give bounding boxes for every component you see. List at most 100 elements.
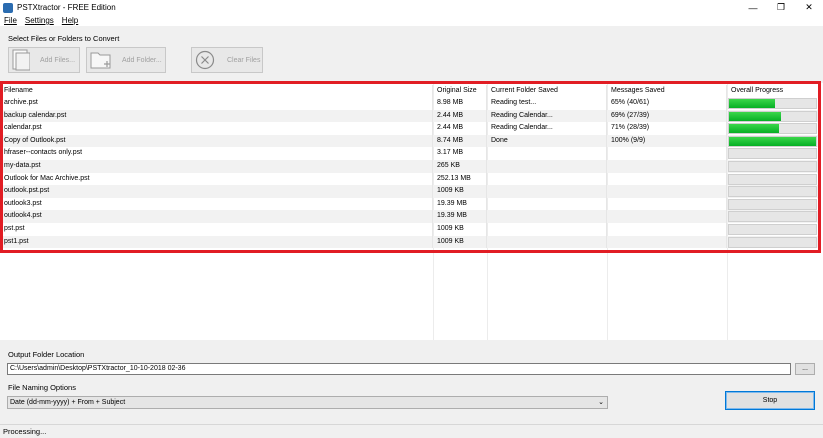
filename-cell: outlook.pst.pst (0, 185, 433, 198)
table-row[interactable]: Copy of Outlook.pst 8.74 MB Done 100% (9/9) (0, 134, 818, 148)
progress-cell (727, 236, 818, 249)
browse-button[interactable]: ... (795, 363, 815, 375)
progress-bar (728, 110, 817, 122)
filename-cell: calendar.pst (0, 122, 433, 135)
file-naming-select[interactable]: Date (dd-mm-yyyy) + From + Subject ⌄ (7, 396, 608, 409)
table-body: archive.pst 8.98 MB Reading test... 65% (40… (0, 97, 818, 249)
file-naming-label: File Naming Options (8, 383, 76, 392)
table-row[interactable]: hfraser--contacts only.pst 3.17 MB (0, 147, 818, 160)
filename-cell: my-data.pst (0, 159, 433, 173)
messages-saved-cell (607, 185, 727, 198)
progress-cell (727, 210, 818, 223)
current-folder-cell (487, 210, 607, 223)
progress-bar-fill (729, 136, 816, 146)
current-folder-cell: Done (487, 134, 607, 148)
size-cell: 8.74 MB (433, 134, 487, 148)
progress-cell (727, 223, 818, 236)
table-row[interactable]: pst1.pst 1009 KB (0, 235, 818, 249)
table-header: Filename Original Size Current Folder Sa… (0, 85, 818, 97)
filename-cell: archive.pst (0, 97, 433, 110)
current-folder-cell: Reading Calendar... (487, 122, 607, 135)
add-folder-label: Add Folder... (122, 56, 162, 64)
size-cell: 265 KB (433, 159, 487, 173)
progress-bar (728, 123, 817, 135)
menu-help[interactable]: Help (62, 16, 78, 25)
progress-bar-fill (729, 124, 780, 134)
current-folder-cell (487, 235, 607, 249)
output-folder-field[interactable]: C:\Users\admin\Desktop\PSTXtractor_10-10… (7, 363, 791, 375)
size-cell: 8.98 MB (433, 97, 487, 110)
stop-button[interactable]: Stop (725, 391, 815, 410)
progress-bar (728, 236, 817, 248)
add-files-button[interactable]: Add Files... (8, 47, 80, 73)
current-folder-cell (487, 147, 607, 160)
size-cell: 1009 KB (433, 235, 487, 249)
menu-file[interactable]: File (4, 16, 17, 25)
progress-bar-fill (729, 111, 782, 121)
table-row[interactable]: outlook.pst.pst 1009 KB (0, 185, 818, 198)
table-row[interactable]: outlook4.pst 19.39 MB (0, 210, 818, 223)
messages-saved-cell: 69% (27/39) (607, 109, 727, 123)
size-cell: 3.17 MB (433, 147, 487, 160)
messages-saved-cell: 65% (40/61) (607, 97, 727, 110)
table-row[interactable]: calendar.pst 2.44 MB Reading Calendar... 71… (0, 122, 818, 135)
add-files-label: Add Files... (40, 56, 76, 64)
table-row[interactable]: Outlook for Mac Archive.pst 252.13 MB (0, 172, 818, 186)
progress-bar (728, 223, 817, 235)
progress-bar (728, 135, 817, 147)
current-folder-cell (487, 172, 607, 186)
clear-files-label: Clear Files (227, 56, 261, 64)
minimize-button[interactable]: — (739, 0, 767, 15)
status-bar: Processing... (0, 424, 823, 438)
menu-bar: File Settings Help (0, 15, 823, 26)
table-row[interactable]: backup calendar.pst 2.44 MB Reading Calend… (0, 109, 818, 123)
progress-cell (727, 198, 818, 211)
title-bar: PSTXtractor - FREE Edition — ❐ ✕ (0, 0, 823, 15)
header-original-size[interactable]: Original Size (433, 85, 487, 97)
header-messages-saved[interactable]: Messages Saved (607, 85, 727, 97)
table-row[interactable]: outlook3.pst 19.39 MB (0, 197, 818, 211)
maximize-button[interactable]: ❐ (767, 0, 795, 15)
progress-cell (727, 185, 818, 198)
size-cell: 252.13 MB (433, 172, 487, 186)
messages-saved-cell (607, 222, 727, 236)
select-files-label: Select Files or Folders to Convert (8, 34, 120, 43)
header-filename[interactable]: Filename (0, 85, 433, 97)
file-icon (12, 49, 30, 71)
app-icon (3, 2, 13, 13)
clear-files-button[interactable]: Clear Files (191, 47, 263, 73)
header-current-folder[interactable]: Current Folder Saved (487, 85, 607, 97)
window-title: PSTXtractor - FREE Edition (17, 3, 116, 12)
progress-bar (728, 98, 817, 109)
table-row[interactable]: my-data.pst 265 KB (0, 159, 818, 173)
filename-cell: Copy of Outlook.pst (0, 134, 433, 148)
menu-settings[interactable]: Settings (25, 16, 54, 25)
size-cell: 2.44 MB (433, 122, 487, 135)
table-row[interactable]: archive.pst 8.98 MB Reading test... 65% (40… (0, 97, 818, 110)
close-button[interactable]: ✕ (795, 0, 823, 15)
messages-saved-cell: 71% (28/39) (607, 122, 727, 135)
folder-icon (90, 52, 111, 69)
current-folder-cell (487, 159, 607, 173)
status-text: Processing... (3, 427, 47, 436)
current-folder-cell: Reading Calendar... (487, 109, 607, 123)
progress-cell (727, 147, 818, 160)
window-controls: — ❐ ✕ (739, 0, 823, 15)
progress-cell (727, 173, 818, 186)
messages-saved-cell (607, 147, 727, 160)
output-folder-label: Output Folder Location (8, 350, 85, 359)
progress-bar (728, 160, 817, 172)
filename-cell: Outlook for Mac Archive.pst (0, 172, 433, 186)
progress-cell (727, 135, 818, 148)
progress-bar (728, 211, 817, 223)
add-folder-button[interactable]: Add Folder... (86, 47, 166, 73)
messages-saved-cell (607, 172, 727, 186)
filename-cell: pst1.pst (0, 235, 433, 249)
progress-bar (728, 198, 817, 210)
header-overall-progress[interactable]: Overall Progress (727, 85, 818, 97)
table-row[interactable]: pst.pst 1009 KB (0, 222, 818, 236)
progress-cell (727, 110, 818, 123)
progress-cell (727, 97, 818, 110)
messages-saved-cell (607, 197, 727, 211)
messages-saved-cell: 100% (9/9) (607, 134, 727, 148)
